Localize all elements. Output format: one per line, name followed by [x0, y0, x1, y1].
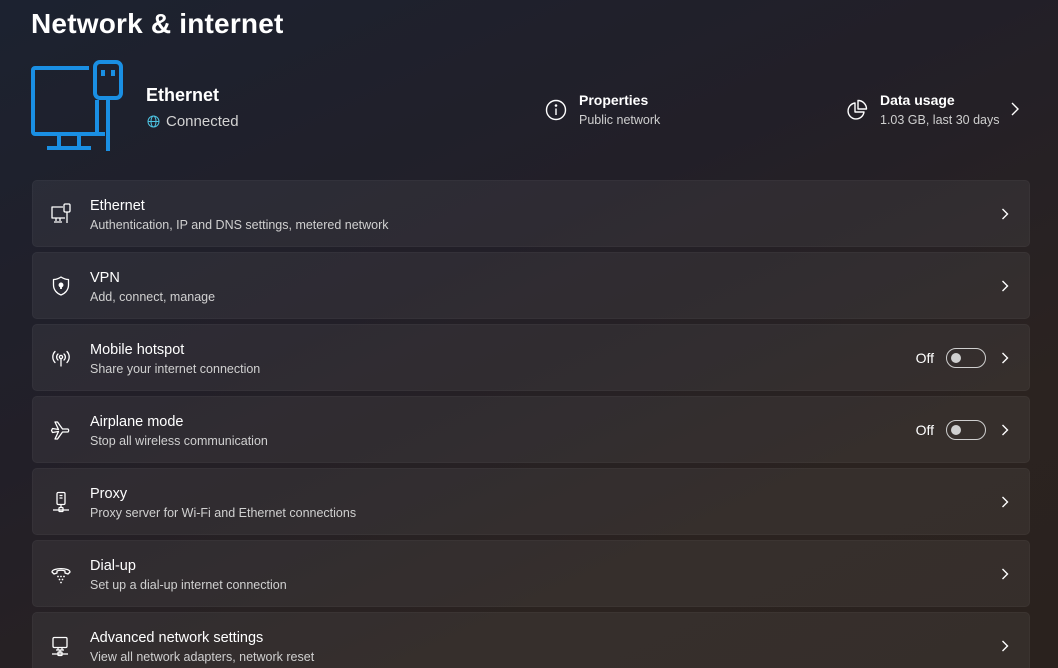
hero-network-name: Ethernet	[146, 85, 220, 105]
item-subtitle: Add, connect, manage	[90, 290, 216, 304]
chevron-right-icon	[1000, 350, 1010, 366]
toggle-knob	[951, 352, 961, 363]
toggle-state-label: Off	[915, 349, 934, 366]
item-subtitle: View all network adapters, network reset	[90, 650, 315, 664]
globe-icon	[147, 115, 160, 128]
page-title: Network & internet	[31, 8, 284, 39]
pie-chart-icon	[846, 99, 868, 121]
item-title: Mobile hotspot	[90, 342, 185, 358]
settings-item-airplane-mode[interactable]: Airplane mode Stop all wireless communic…	[32, 396, 1030, 463]
data-usage-subtitle: 1.03 GB, last 30 days	[880, 113, 1000, 127]
advanced-network-icon	[49, 634, 73, 658]
info-icon	[545, 99, 567, 121]
airplane-icon	[49, 418, 73, 442]
item-title: Proxy	[90, 486, 128, 502]
item-title: VPN	[90, 270, 120, 286]
item-subtitle: Proxy server for Wi-Fi and Ethernet conn…	[90, 506, 357, 520]
dialup-icon	[49, 562, 73, 586]
chevron-right-icon	[1000, 422, 1010, 438]
hotspot-icon	[49, 346, 73, 370]
ethernet-icon	[49, 202, 73, 226]
properties-subtitle: Public network	[579, 113, 661, 127]
chevron-right-icon	[1000, 278, 1010, 294]
chevron-right-icon	[1000, 566, 1010, 582]
chevron-right-icon	[1000, 638, 1010, 654]
airplane-mode-toggle[interactable]	[946, 419, 986, 440]
data-usage-title: Data usage	[880, 92, 955, 108]
proxy-icon	[49, 490, 73, 514]
settings-item-dial-up[interactable]: Dial-up Set up a dial-up internet connec…	[32, 540, 1030, 607]
settings-item-mobile-hotspot[interactable]: Mobile hotspot Share your internet conne…	[32, 324, 1030, 391]
settings-item-advanced-network[interactable]: Advanced network settings View all netwo…	[32, 612, 1030, 668]
chevron-right-icon[interactable]	[1009, 101, 1021, 117]
item-title: Ethernet	[90, 198, 145, 214]
settings-item-proxy[interactable]: Proxy Proxy server for Wi-Fi and Etherne…	[32, 468, 1030, 535]
data-usage-link[interactable]: Data usage 1.03 GB, last 30 days	[846, 90, 1000, 130]
item-subtitle: Share your internet connection	[90, 362, 261, 376]
ethernet-pc-icon	[31, 60, 127, 154]
mobile-hotspot-toggle[interactable]	[946, 347, 986, 368]
properties-link[interactable]: Properties Public network	[545, 90, 660, 130]
settings-list: Ethernet Authentication, IP and DNS sett…	[32, 180, 1030, 668]
chevron-right-icon	[1000, 494, 1010, 510]
toggle-knob	[951, 424, 961, 435]
item-title: Advanced network settings	[90, 630, 264, 646]
item-subtitle: Authentication, IP and DNS settings, met…	[90, 218, 389, 232]
item-subtitle: Set up a dial-up internet connection	[90, 578, 287, 592]
properties-title: Properties	[579, 92, 649, 108]
item-title: Dial-up	[90, 558, 136, 574]
settings-item-ethernet[interactable]: Ethernet Authentication, IP and DNS sett…	[32, 180, 1030, 247]
hero-status: Connected	[147, 113, 239, 130]
toggle-state-label: Off	[915, 421, 934, 438]
item-title: Airplane mode	[90, 414, 184, 430]
ethernet-hero: Ethernet Connected Properties Public net…	[31, 60, 1031, 156]
item-subtitle: Stop all wireless communication	[90, 434, 268, 448]
hero-status-text: Connected	[166, 113, 239, 130]
chevron-right-icon	[1000, 206, 1010, 222]
settings-item-vpn[interactable]: VPN Add, connect, manage	[32, 252, 1030, 319]
shield-icon	[49, 274, 73, 298]
